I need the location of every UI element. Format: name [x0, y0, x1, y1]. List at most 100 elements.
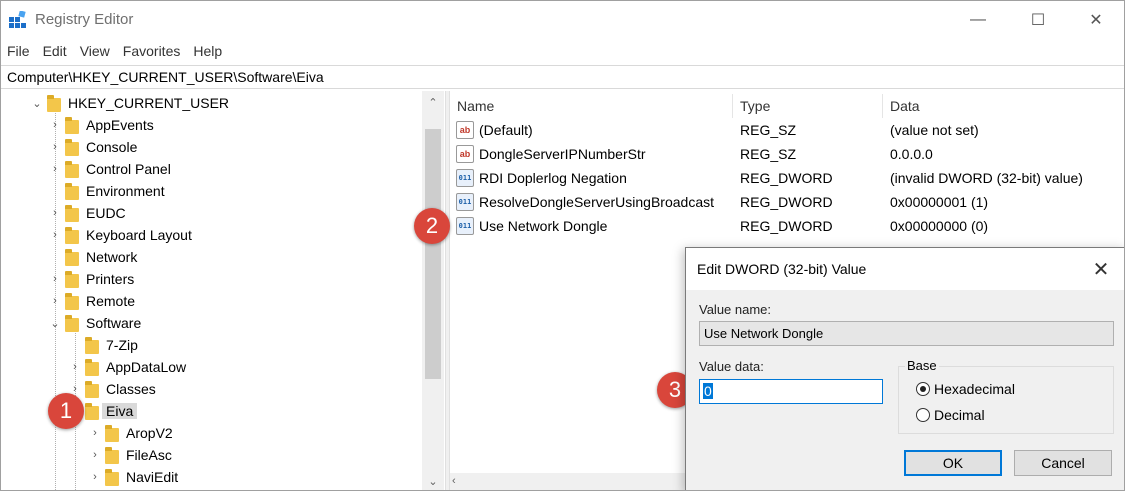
tree-item-software[interactable]: ⌄ Software: [1, 312, 421, 334]
scroll-down-icon[interactable]: ⌄: [422, 472, 444, 490]
tree-item-keyboard-layout[interactable]: › Keyboard Layout: [1, 224, 421, 246]
value-data-text: 0: [703, 383, 713, 399]
tree-item-remote[interactable]: › Remote: [1, 290, 421, 312]
window-title: Registry Editor: [35, 11, 134, 28]
tree-item-naviedit[interactable]: › NaviEdit: [1, 466, 421, 488]
tree-item-appevents[interactable]: › AppEvents: [1, 114, 421, 136]
folder-icon: [65, 204, 79, 222]
list-item[interactable]: ab DongleServerIPNumberStr REG_SZ 0.0.0.…: [450, 142, 1124, 166]
folder-icon: [65, 314, 79, 332]
tree-item-label: AppDataLow: [106, 359, 187, 375]
chevron-right-icon[interactable]: ›: [49, 207, 61, 219]
string-value-icon: ab: [456, 145, 474, 163]
tree-item-label: Printers: [86, 271, 135, 287]
value-name: DongleServerIPNumberStr: [479, 146, 646, 162]
value-type: REG_DWORD: [740, 218, 833, 234]
address-bar[interactable]: Computer\HKEY_CURRENT_USER\Software\Eiva: [1, 65, 1124, 89]
list-item[interactable]: ab (Default) REG_SZ (value not set): [450, 118, 1124, 142]
registry-editor-icon: [9, 11, 26, 28]
dialog-close-icon[interactable]: ✕: [1086, 256, 1116, 282]
tree-item-network[interactable]: Network: [1, 246, 421, 268]
value-data: 0x00000000 (0): [890, 218, 989, 234]
tree-item-eudc[interactable]: › EUDC: [1, 202, 421, 224]
value-name: ResolveDongleServerUsingBroadcast: [479, 194, 715, 210]
chevron-right-icon[interactable]: ›: [49, 229, 61, 241]
value-data-input[interactable]: 0: [699, 379, 883, 404]
chevron-right-icon[interactable]: ›: [89, 449, 101, 461]
folder-icon: [65, 182, 79, 200]
tree-item-label: FileAsc: [126, 447, 172, 463]
column-header-name[interactable]: Name: [450, 94, 733, 118]
value-name-field: Use Network Dongle: [699, 321, 1114, 346]
list-item[interactable]: 011 RDI Doplerlog Negation REG_DWORD (in…: [450, 166, 1124, 190]
value-name: Use Network Dongle: [479, 218, 608, 234]
value-name: (Default): [479, 122, 533, 138]
scroll-left-icon[interactable]: ‹: [452, 475, 456, 487]
chevron-right-icon[interactable]: ›: [69, 361, 81, 373]
list-item[interactable]: 011 Use Network Dongle REG_DWORD 0x00000…: [450, 214, 1124, 238]
tree-item-label: NaviEdit: [126, 469, 179, 485]
menu-help[interactable]: Help: [193, 43, 222, 59]
tree-item-environment[interactable]: Environment: [1, 180, 421, 202]
value-data: (value not set): [890, 122, 979, 138]
tree-item-label: Classes: [106, 381, 156, 397]
registry-editor-window: Registry Editor — ☐ ✕ File Edit View Fav…: [0, 0, 1125, 491]
folder-icon: [65, 160, 79, 178]
tree-item-7-zip[interactable]: 7-Zip: [1, 334, 421, 356]
column-header-data[interactable]: Data: [883, 94, 1124, 118]
radio-unchecked-icon[interactable]: [916, 408, 930, 422]
title-bar: Registry Editor — ☐ ✕: [1, 1, 1124, 39]
scroll-up-icon[interactable]: ⌃: [422, 93, 444, 111]
menu-bar: File Edit View Favorites Help: [1, 39, 1124, 63]
radio-checked-icon[interactable]: [916, 382, 930, 396]
menu-favorites[interactable]: Favorites: [123, 43, 181, 59]
chevron-right-icon[interactable]: ›: [89, 427, 101, 439]
maximize-button[interactable]: ☐: [1015, 1, 1061, 39]
value-data: (invalid DWORD (32-bit) value): [890, 170, 1083, 186]
scrollbar-thumb[interactable]: [425, 129, 441, 379]
chevron-right-icon[interactable]: ›: [89, 471, 101, 483]
tree-item-label: EUDC: [86, 205, 126, 221]
menu-edit[interactable]: Edit: [43, 43, 67, 59]
minimize-button[interactable]: —: [955, 1, 1001, 39]
folder-icon: [65, 248, 79, 266]
list-horizontal-scrollbar[interactable]: ‹: [450, 473, 686, 490]
tree-item-label: HKEY_CURRENT_USER: [68, 95, 230, 111]
folder-icon: [105, 446, 119, 464]
chevron-right-icon[interactable]: ›: [49, 295, 61, 307]
chevron-right-icon[interactable]: ›: [49, 163, 61, 175]
tree-item-label: Network: [86, 249, 138, 265]
tree-item-console[interactable]: › Console: [1, 136, 421, 158]
tree-vertical-scrollbar[interactable]: ⌃ ⌄: [422, 91, 444, 490]
chevron-right-icon[interactable]: ›: [49, 119, 61, 131]
base-label: Base: [905, 358, 939, 373]
column-header-type[interactable]: Type: [733, 94, 883, 118]
menu-file[interactable]: File: [7, 43, 30, 59]
list-item[interactable]: 011 ResolveDongleServerUsingBroadcast RE…: [450, 190, 1124, 214]
hexadecimal-label: Hexadecimal: [934, 381, 1015, 397]
tree-item-hkey-current-user[interactable]: ⌄ HKEY_CURRENT_USER: [1, 92, 421, 114]
value-type: REG_DWORD: [740, 194, 833, 210]
menu-view[interactable]: View: [80, 43, 110, 59]
ok-button[interactable]: OK: [904, 450, 1002, 476]
chevron-right-icon[interactable]: ›: [49, 273, 61, 285]
chevron-down-icon[interactable]: ⌄: [49, 317, 61, 330]
tree-item-label: Keyboard Layout: [86, 227, 192, 243]
tree-item-appdatalow[interactable]: › AppDataLow: [1, 356, 421, 378]
key-tree: ⌄ HKEY_CURRENT_USER › AppEvents › Consol…: [1, 91, 446, 490]
chevron-down-icon[interactable]: ⌄: [31, 97, 43, 110]
cancel-button[interactable]: Cancel: [1014, 450, 1112, 476]
chevron-right-icon[interactable]: ›: [49, 141, 61, 153]
folder-icon: [65, 292, 79, 310]
tree-item-fileasc[interactable]: › FileAsc: [1, 444, 421, 466]
close-button[interactable]: ✕: [1073, 1, 1119, 39]
string-value-icon: ab: [456, 121, 474, 139]
tree-item-control-panel[interactable]: › Control Panel: [1, 158, 421, 180]
tree-item-printers[interactable]: › Printers: [1, 268, 421, 290]
folder-icon: [65, 270, 79, 288]
hexadecimal-radio[interactable]: Hexadecimal: [916, 381, 1015, 397]
decimal-radio[interactable]: Decimal: [916, 407, 985, 423]
folder-icon: [85, 336, 99, 354]
